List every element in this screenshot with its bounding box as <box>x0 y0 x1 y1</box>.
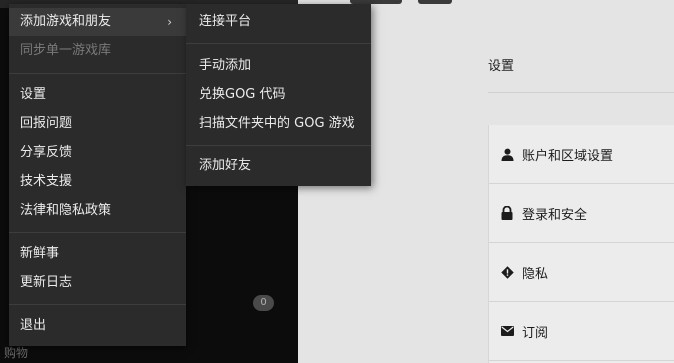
settings-item-privacy[interactable]: 隐私 <box>489 243 674 302</box>
user-icon <box>500 147 514 161</box>
menu-item-legal-privacy[interactable]: 法律和隐私政策 <box>9 197 186 225</box>
menu-separator <box>9 232 186 233</box>
settings-item-label: 账户和区域设置 <box>522 148 614 164</box>
count-badge: 0 <box>253 295 274 311</box>
menu-item-share-feedback[interactable]: 分享反馈 <box>9 139 186 167</box>
menu-item-settings[interactable]: 设置 <box>9 81 186 109</box>
submenu-item-connect-platform[interactable]: 连接平台 <box>186 8 371 36</box>
settings-item-login-security[interactable]: 登录和安全 <box>489 184 674 243</box>
settings-item-label: 订阅 <box>522 325 549 341</box>
menu-separator <box>186 43 371 44</box>
divider <box>488 92 674 93</box>
chevron-right-icon: › <box>167 15 172 29</box>
envelope-icon <box>500 324 514 338</box>
submenu-item-scan-folder[interactable]: 扫描文件夹中的 GOG 游戏 <box>186 110 371 138</box>
submenu-item-redeem-code[interactable]: 兑换GOG 代码 <box>186 81 371 109</box>
top-control[interactable] <box>418 0 452 4</box>
privacy-diamond-icon <box>500 265 514 279</box>
menu-item-tech-support[interactable]: 技术支援 <box>9 168 186 196</box>
add-games-submenu: 连接平台 手动添加 兑换GOG 代码 扫描文件夹中的 GOG 游戏 添加好友 <box>186 4 371 186</box>
menu-item-exit[interactable]: 退出 <box>9 312 186 340</box>
menu-item-whats-new[interactable]: 新鲜事 <box>9 240 186 268</box>
submenu-item-add-friend[interactable]: 添加好友 <box>186 152 371 180</box>
menu-item-label: 添加游戏和朋友 <box>20 14 112 29</box>
settings-title: 设置 <box>488 59 515 74</box>
menu-item-sync-library: 同步单一游戏库 <box>20 43 112 58</box>
menu-separator <box>9 73 186 74</box>
menu-item-add-games-friends[interactable]: 添加游戏和朋友 › <box>9 8 186 36</box>
menu-item-changelog[interactable]: 更新日志 <box>9 269 186 297</box>
main-menu: 添加游戏和朋友 › 同步单一游戏库 设置 回报问题 分享反馈 技术支援 法律和隐… <box>9 4 186 346</box>
settings-item-account[interactable]: 账户和区域设置 <box>489 125 674 184</box>
menu-separator <box>9 304 186 305</box>
settings-list: 账户和区域设置 登录和安全 隐私 订阅 <box>488 125 674 363</box>
submenu-item-manual-add[interactable]: 手动添加 <box>186 52 371 80</box>
lock-icon <box>500 206 514 220</box>
settings-item-label: 登录和安全 <box>522 207 588 223</box>
sidebar-item-shop[interactable]: 购物 <box>4 344 28 361</box>
settings-item-label: 隐私 <box>522 266 549 282</box>
menu-item-report-issue[interactable]: 回报问题 <box>9 110 186 138</box>
settings-item-subscriptions[interactable]: 订阅 <box>489 302 674 361</box>
menu-separator <box>186 145 371 146</box>
